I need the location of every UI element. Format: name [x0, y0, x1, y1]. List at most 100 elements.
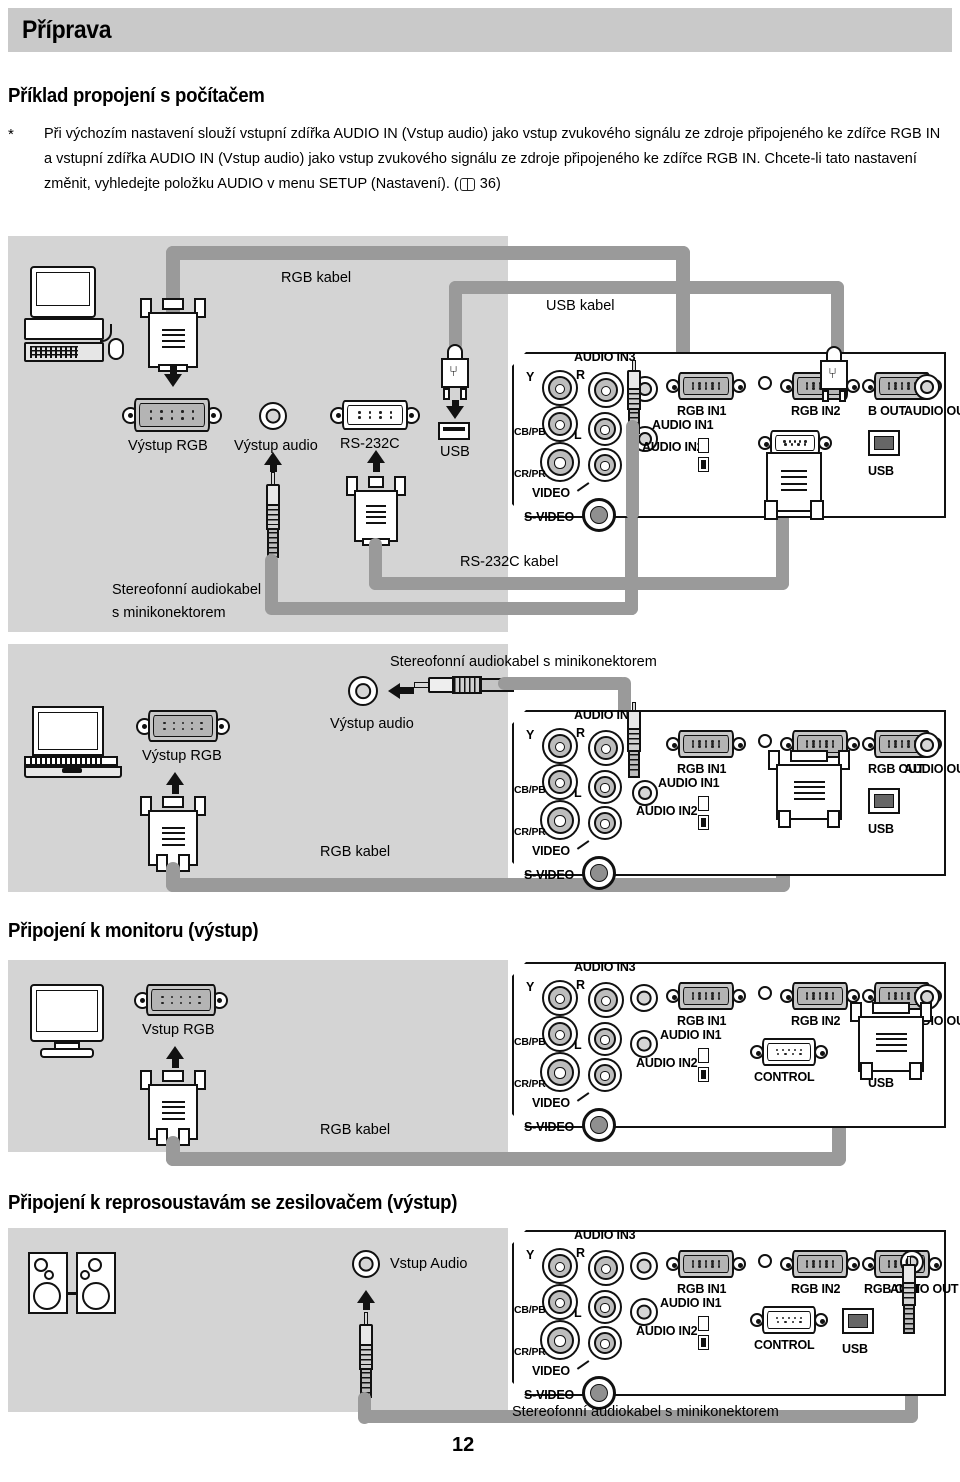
- label-usb-panel4: USB: [842, 1342, 868, 1356]
- label-rgb-cable-d3: RGB kabel: [320, 1122, 391, 1138]
- label-vystup-rgb: Výstup RGB: [128, 438, 208, 454]
- note-asterisk: *: [8, 126, 14, 143]
- label-l-4: L: [574, 1306, 582, 1320]
- jack-audio-l-4: [588, 1290, 622, 1324]
- label-audio-in1: AUDIO IN1: [652, 418, 714, 432]
- label-cr-pr-2: CR/PR: [514, 826, 546, 838]
- projector-rear-panel-2: Y CB/PB CR/PR R L AUDIO IN3 AUDIO IN1 AU…: [512, 702, 960, 890]
- label-svideo-4: S-VIDEO: [524, 1388, 574, 1402]
- jack-audio-in2-4: [588, 1326, 622, 1360]
- label-audio-out-panel1: AUDIO OUT: [904, 404, 960, 418]
- label-vstup-audio: Vstup Audio: [390, 1256, 468, 1272]
- jack-cb-pb-3: [542, 1016, 578, 1052]
- note-page-ref: 36: [479, 176, 496, 192]
- label-usb-desktop: USB: [440, 444, 470, 460]
- vga-plug-on-panel2: [768, 750, 850, 828]
- label-rgb-out-panel1: B OUT: [868, 404, 906, 418]
- label-audio-in3-3: AUDIO IN3: [574, 960, 636, 974]
- vga-plug-hood-monitor: [140, 1070, 206, 1146]
- jack-audio-l-3: [588, 1022, 622, 1056]
- label-y-3: Y: [526, 980, 535, 994]
- port-rgb-out-desktop: [122, 398, 222, 432]
- jack-cb-pb-4: [542, 1284, 578, 1320]
- label-audio-cable-line1: Stereofonní audiokabel: [112, 582, 262, 598]
- jack-y-4: [542, 1248, 578, 1284]
- panel-screw-hole-3: [758, 986, 772, 1000]
- diagram-laptop-connection: Stereofonní audiokabel s minikonektorem …: [0, 644, 960, 904]
- port-rgb-in1: [666, 372, 746, 400]
- note-tail: ): [495, 176, 501, 192]
- footer-caption: Stereofonní audiokabel s minikonektorem: [512, 1404, 779, 1420]
- label-l-3: L: [574, 1038, 582, 1052]
- label-video: VIDEO: [532, 486, 570, 500]
- jack-cb-pb: [542, 406, 578, 442]
- arrow-audio-stem-speakers: [362, 1302, 370, 1310]
- label-usb-panel1: USB: [868, 464, 894, 478]
- cable-rgb-horizontal-top: [166, 246, 690, 260]
- port-usb-panel1: [868, 430, 900, 456]
- arrow-audio-stem: [269, 464, 277, 472]
- label-l: L: [574, 428, 582, 442]
- jack-cr-pr-4: [540, 1320, 580, 1360]
- port-audio-out-laptop: [348, 676, 378, 706]
- cable-audio-horizontal: [265, 602, 638, 615]
- vga-plug-hood-laptop: [140, 796, 206, 872]
- label-audio-out-panel4: AUDIO OUT: [890, 1282, 959, 1296]
- label-audio-in1-4: AUDIO IN1: [660, 1296, 722, 1310]
- jack-svideo: [582, 498, 616, 532]
- label-rgb-in1-4: RGB IN1: [677, 1282, 727, 1296]
- port-rgb-in2-4: [780, 1250, 860, 1278]
- label-cb-pb-4: CB/PB: [514, 1304, 546, 1316]
- panel-screw-hole-2: [758, 734, 772, 748]
- label-cb-pb-2: CB/PB: [514, 784, 546, 796]
- arrow-rgb-stem-laptop: [171, 784, 179, 794]
- label-rgb-in2-3: RGB IN2: [791, 1014, 841, 1028]
- label-audio-in3: AUDIO IN3: [574, 350, 636, 364]
- label-audio-out-panel2: AUDIO OUT: [904, 762, 960, 776]
- port-audio-out-desktop: [259, 402, 287, 430]
- section-title-speakers: Připojení k reprosoustavám se zesilovače…: [8, 1192, 458, 1214]
- label-svideo-3: S-VIDEO: [524, 1120, 574, 1134]
- label-cr-pr-4: CR/PR: [514, 1346, 546, 1358]
- panel-screw-hole: [758, 376, 772, 390]
- port-usb-desktop: [438, 422, 470, 440]
- vga-plug-on-panel3: [850, 1002, 932, 1080]
- label-audio-in2: AUDIO IN2: [642, 440, 704, 454]
- arrow-audio-stem-laptop: [400, 687, 414, 694]
- port-rgb-in1-3: [666, 982, 746, 1010]
- jack-cr-pr-2: [540, 800, 580, 840]
- label-rs232-cable: RS-232C kabel: [460, 554, 559, 570]
- arrow-rgb-stem: [169, 366, 177, 376]
- label-rgb-in1-2: RGB IN1: [677, 762, 727, 776]
- jack-audio-in1-4: [630, 1252, 658, 1280]
- label-r: R: [576, 368, 585, 382]
- chapter-title: Příprava: [22, 15, 112, 44]
- security-slot-icon: [698, 438, 709, 472]
- desktop-computer-icon: [22, 266, 130, 366]
- jack-y-2: [542, 728, 578, 764]
- jack-audio-l: [588, 412, 622, 446]
- label-control-panel4: CONTROL: [754, 1338, 815, 1352]
- security-slot-icon-4: [698, 1316, 709, 1350]
- label-r-3: R: [576, 978, 585, 992]
- jack-audio-r: [588, 372, 624, 408]
- cable-rgb-d3-horizontal: [166, 1152, 846, 1166]
- label-audio-in2-3: AUDIO IN2: [636, 1056, 698, 1070]
- label-r-4: R: [576, 1246, 585, 1260]
- label-audio-cable-d2: Stereofonní audiokabel s minikonektorem: [390, 654, 657, 670]
- section-title-computer: Příklad propojení s počítačem: [8, 85, 265, 107]
- label-audio-cable-line2: s minikonektorem: [112, 605, 226, 621]
- jack-audio-in2-mini-3: [630, 1030, 658, 1058]
- label-video-3: VIDEO: [532, 1096, 570, 1110]
- arrow-audio-left-laptop: [388, 683, 400, 699]
- label-y: Y: [526, 370, 535, 384]
- jack-svideo-2: [582, 856, 616, 890]
- jack-audio-r-2: [588, 730, 624, 766]
- port-rgb-out-laptop: [136, 710, 230, 742]
- jack-cr-pr: [540, 442, 580, 482]
- note-body: Při výchozím nastavení slouží vstupní zd…: [44, 122, 952, 197]
- projector-rear-panel-3: Y CB/PB CR/PR R L AUDIO IN3 AUDIO IN1 AU…: [512, 960, 960, 1142]
- label-vystup-audio-laptop: Výstup audio: [330, 716, 414, 732]
- label-l-2: L: [574, 786, 582, 800]
- label-audio-in2-4: AUDIO IN2: [636, 1324, 698, 1338]
